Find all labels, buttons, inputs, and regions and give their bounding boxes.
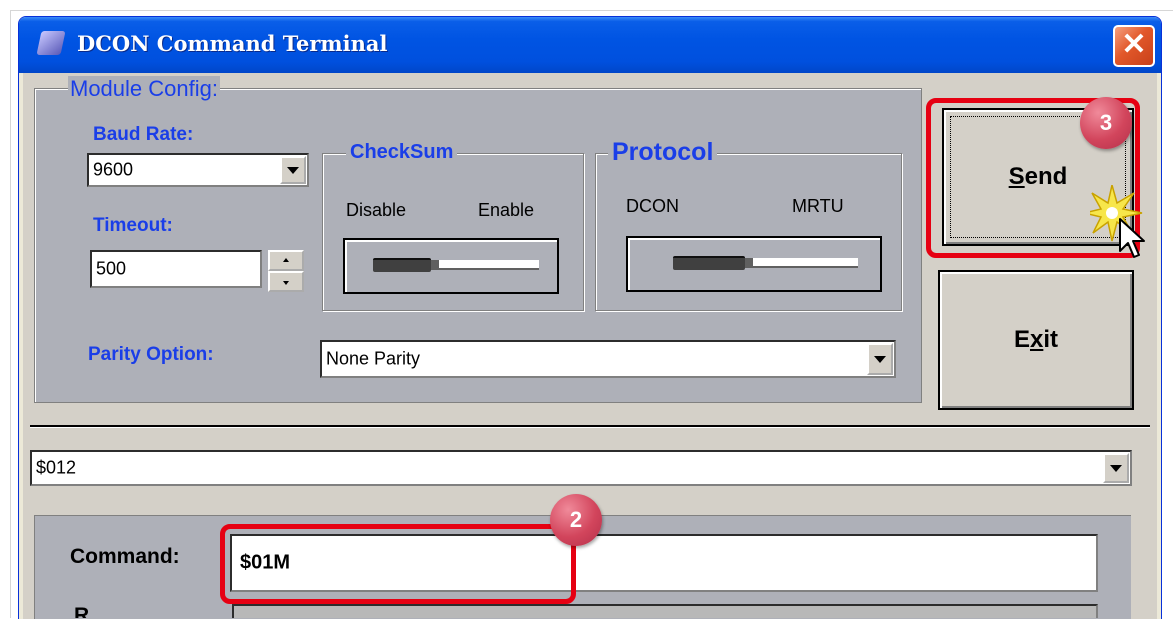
spin-down-icon[interactable]: [268, 271, 304, 292]
title-bar[interactable]: DCON Command Terminal ✕: [19, 17, 1161, 73]
window-title: DCON Command Terminal: [77, 31, 388, 56]
protocol-dcon-label: DCON: [626, 196, 679, 216]
response-label: R: [74, 604, 90, 618]
step-badge-3: 3: [1080, 97, 1132, 149]
chevron-down-icon[interactable]: [1103, 453, 1129, 483]
timeout-input[interactable]: 500: [90, 250, 262, 288]
timeout-label: Timeout:: [93, 215, 173, 236]
baud-rate-label: Baud Rate:: [93, 124, 194, 145]
checksum-disable-label: Disable: [346, 200, 407, 220]
timeout-spinner[interactable]: [268, 250, 304, 292]
step-badge-2: 2: [550, 494, 602, 546]
checksum-toggle[interactable]: [343, 238, 559, 294]
protocol-mrtu-label: MRTU: [792, 196, 844, 216]
command-history-value: $012: [36, 457, 77, 478]
protocol-thumb[interactable]: [673, 256, 753, 270]
click-cursor-icon: [1090, 185, 1145, 258]
app-icon: [36, 31, 66, 55]
baud-rate-select[interactable]: 9600: [87, 153, 309, 187]
parity-value: None Parity: [326, 348, 421, 369]
exit-label: Exit: [1013, 326, 1059, 353]
protocol-legend: Protocol: [608, 138, 718, 167]
spin-up-icon[interactable]: [268, 250, 304, 271]
parity-option-label: Parity Option:: [88, 344, 214, 365]
checksum-enable-label: Enable: [478, 200, 535, 220]
chevron-down-icon[interactable]: [280, 156, 306, 184]
command-history-select[interactable]: $012: [30, 450, 1132, 486]
module-config-legend: Module Config:: [68, 76, 220, 102]
separator-highlight: [30, 427, 1150, 428]
exit-button[interactable]: Exit: [938, 270, 1134, 410]
checksum-legend: CheckSum: [346, 141, 458, 164]
command-label: Command:: [70, 545, 180, 568]
page-border-left: [10, 10, 11, 618]
page-border-top: [10, 10, 1173, 11]
command-highlight-box: [220, 524, 576, 604]
close-button[interactable]: ✕: [1113, 25, 1155, 67]
protocol-toggle[interactable]: [626, 236, 882, 292]
checksum-track: [435, 260, 539, 270]
response-output: [232, 604, 1098, 618]
baud-rate-value: 9600: [93, 159, 134, 180]
checksum-thumb[interactable]: [373, 258, 439, 272]
parity-select[interactable]: None Parity: [320, 340, 896, 378]
timeout-value: 500: [96, 258, 127, 279]
chevron-down-icon[interactable]: [867, 343, 893, 375]
protocol-track: [748, 258, 858, 268]
